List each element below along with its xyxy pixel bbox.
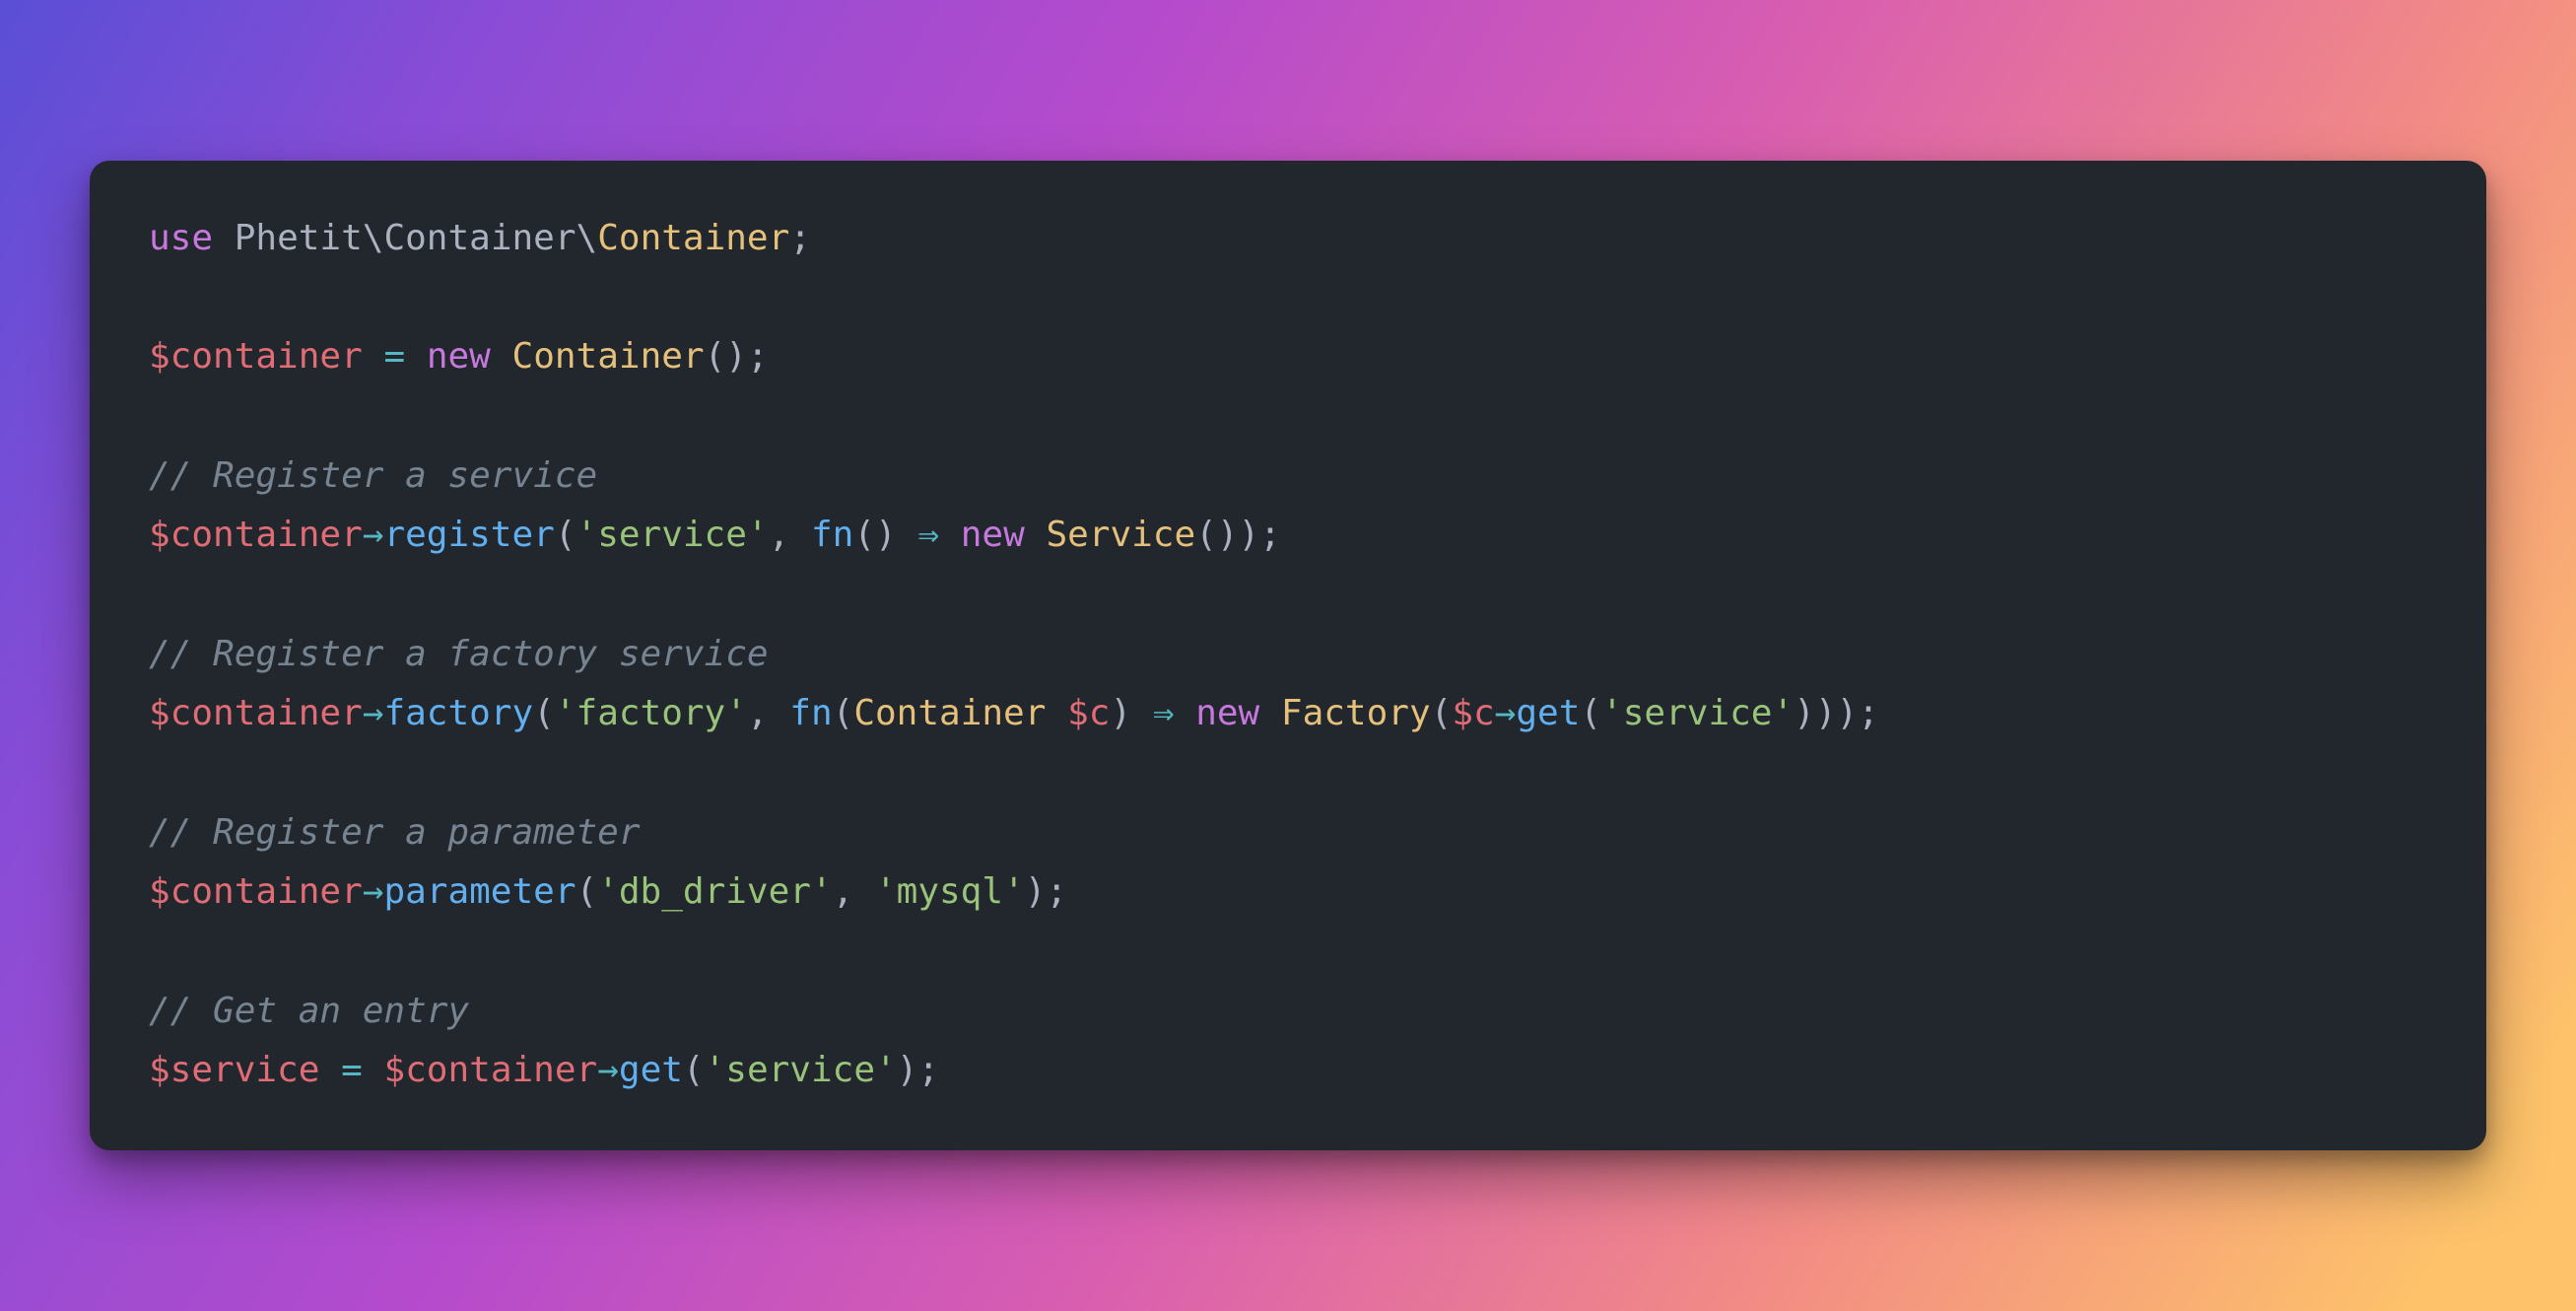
code-token: ( — [1431, 693, 1453, 733]
code-token: $c — [1067, 693, 1110, 733]
code-token: fn — [811, 515, 853, 555]
code-token: // Get an entry — [149, 991, 469, 1031]
code-token: use — [149, 218, 213, 258]
code-token — [213, 218, 235, 258]
code-token: ( — [533, 693, 555, 733]
code-token: → — [1495, 693, 1517, 733]
code-token: ⇒ — [1153, 693, 1175, 733]
code-token: get — [1516, 693, 1580, 733]
code-token: Container — [512, 336, 705, 377]
code-token: $container — [383, 1050, 597, 1090]
code-token: Service — [1046, 515, 1195, 555]
code-token: Container — [383, 218, 576, 258]
code-token: → — [363, 693, 384, 733]
code-token: new — [427, 336, 491, 377]
code-token: $container — [149, 693, 363, 733]
code-content: use Phetit\Container\Container; $contain… — [149, 218, 1879, 1090]
code-token — [939, 515, 961, 555]
code-token — [1025, 515, 1047, 555]
code-token: 'mysql' — [875, 871, 1025, 912]
code-token: $service — [149, 1050, 319, 1090]
code-token: , — [769, 515, 811, 555]
code-token — [1259, 693, 1281, 733]
code-token: 'factory' — [555, 693, 747, 733]
code-token: 'service' — [576, 515, 769, 555]
code-token: = — [341, 1050, 363, 1090]
code-token — [1175, 693, 1196, 733]
code-token — [1046, 693, 1067, 733]
code-token: \ — [363, 218, 384, 258]
code-token: () — [853, 515, 917, 555]
code-token: $container — [149, 515, 363, 555]
code-token: ( — [683, 1050, 705, 1090]
code-token — [405, 336, 427, 377]
code-token: ) — [1110, 693, 1152, 733]
code-token: get — [619, 1050, 683, 1090]
code-token: \ — [576, 218, 598, 258]
code-token: ); — [897, 1050, 939, 1090]
code-token: → — [597, 1050, 619, 1090]
code-token — [363, 1050, 384, 1090]
code-token: register — [383, 515, 554, 555]
code-token: // Register a service — [149, 455, 597, 496]
code-token: ); — [1025, 871, 1067, 912]
code-token: ⇒ — [917, 515, 939, 555]
code-token: Container — [853, 693, 1046, 733]
code-token: Phetit — [235, 218, 363, 258]
code-token: = — [383, 336, 405, 377]
code-token: $container — [149, 871, 363, 912]
code-token: 'db_driver' — [597, 871, 832, 912]
code-token: parameter — [383, 871, 576, 912]
code-token — [491, 336, 512, 377]
code-token: ( — [555, 515, 576, 555]
code-token: 'service' — [705, 1050, 897, 1090]
code-token: new — [1195, 693, 1259, 733]
code-block: use Phetit\Container\Container; $contain… — [149, 210, 2427, 1102]
code-token: → — [363, 515, 384, 555]
code-token: new — [961, 515, 1025, 555]
code-token: ( — [1580, 693, 1601, 733]
code-token: → — [363, 871, 384, 912]
code-token: , — [833, 871, 875, 912]
code-token: fn — [789, 693, 832, 733]
code-token: // Register a parameter — [149, 812, 641, 853]
code-token: ))); — [1794, 693, 1879, 733]
code-token: , — [747, 693, 789, 733]
code-token: (); — [705, 336, 769, 377]
code-token: ( — [833, 693, 854, 733]
code-token: $container — [149, 336, 363, 377]
code-token — [319, 1050, 341, 1090]
code-token: Factory — [1281, 693, 1431, 733]
code-token: ()); — [1195, 515, 1281, 555]
code-token: Container — [597, 218, 789, 258]
code-card: use Phetit\Container\Container; $contain… — [90, 161, 2486, 1151]
code-token: $c — [1452, 693, 1494, 733]
code-token: 'service' — [1601, 693, 1794, 733]
code-token: ; — [789, 218, 811, 258]
code-token: // Register a factory service — [149, 634, 769, 674]
code-token — [363, 336, 384, 377]
code-token: factory — [383, 693, 533, 733]
code-token: ( — [576, 871, 598, 912]
